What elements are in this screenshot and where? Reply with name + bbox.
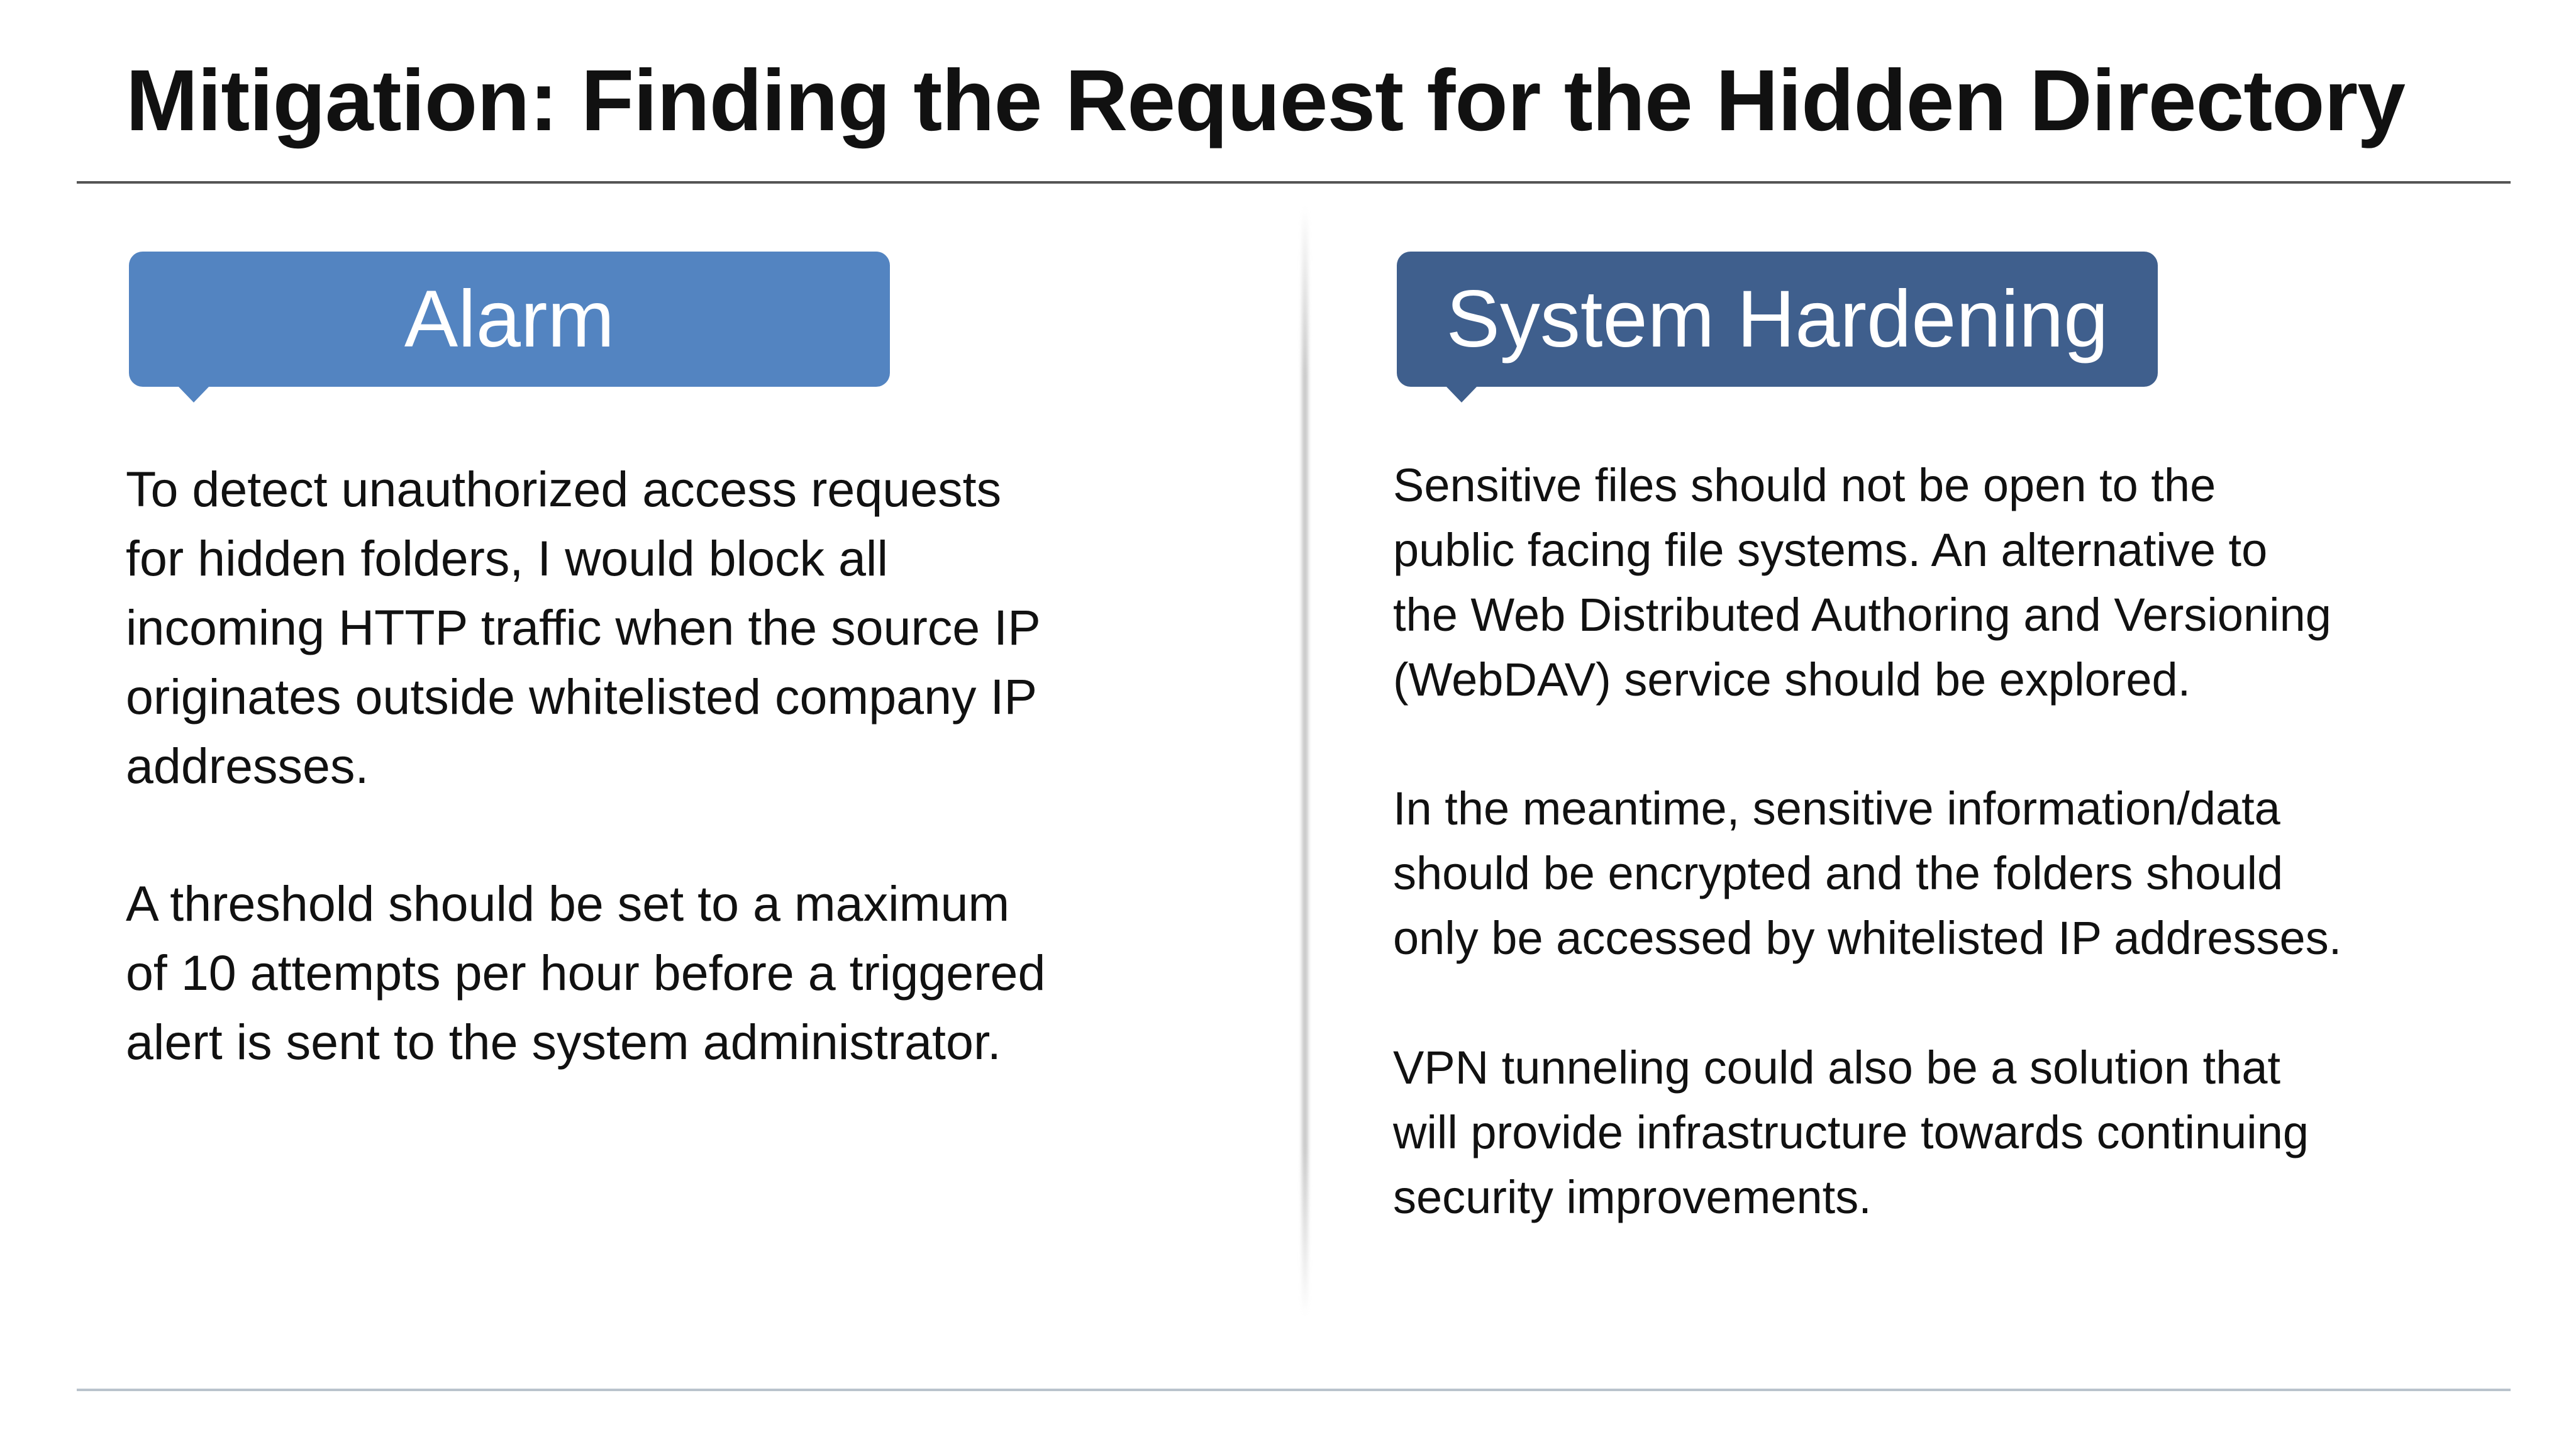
- system-hardening-heading: System Hardening: [1446, 274, 2109, 364]
- text-line: security improvements.: [1393, 1171, 1872, 1223]
- alarm-paragraph-1: To detect unauthorized access requests f…: [126, 455, 1041, 801]
- column-divider: [1302, 208, 1308, 1314]
- text-line: incoming HTTP traffic when the source IP: [126, 599, 1041, 655]
- text-line: of 10 attempts per hour before a trigger…: [126, 945, 1046, 1001]
- text-line: Sensitive files should not be open to th…: [1393, 459, 2216, 511]
- system-hardening-callout: System Hardening: [1397, 252, 2158, 402]
- text-line: VPN tunneling could also be a solution t…: [1393, 1041, 2281, 1094]
- text-line: alert is sent to the system administrato…: [126, 1014, 1001, 1070]
- alarm-callout: Alarm: [129, 252, 890, 402]
- text-line: public facing file systems. An alternati…: [1393, 524, 2268, 576]
- hardening-paragraph-1: Sensitive files should not be open to th…: [1393, 453, 2331, 712]
- footer-divider: [77, 1389, 2511, 1391]
- alarm-heading: Alarm: [404, 274, 615, 364]
- text-line: To detect unauthorized access requests: [126, 461, 1002, 517]
- text-line: In the meantime, sensitive information/d…: [1393, 782, 2280, 835]
- alarm-paragraph-2: A threshold should be set to a maximum o…: [126, 869, 1045, 1077]
- text-line: originates outside whitelisted company I…: [126, 669, 1038, 724]
- slide-title: Mitigation: Finding the Request for the …: [126, 52, 2406, 149]
- text-line: only be accessed by whitelisted IP addre…: [1393, 912, 2342, 964]
- text-line: will provide infrastructure towards cont…: [1393, 1106, 2309, 1158]
- hardening-paragraph-2: In the meantime, sensitive information/d…: [1393, 776, 2341, 970]
- title-divider: [77, 181, 2511, 184]
- text-line: should be encrypted and the folders shou…: [1393, 847, 2284, 899]
- text-line: A threshold should be set to a maximum: [126, 875, 1010, 931]
- text-line: addresses.: [126, 738, 369, 794]
- text-line: the Web Distributed Authoring and Versio…: [1393, 589, 2331, 641]
- hardening-paragraph-3: VPN tunneling could also be a solution t…: [1393, 1035, 2309, 1230]
- text-line: for hidden folders, I would block all: [126, 530, 889, 586]
- text-line: (WebDAV) service should be explored.: [1393, 653, 2191, 706]
